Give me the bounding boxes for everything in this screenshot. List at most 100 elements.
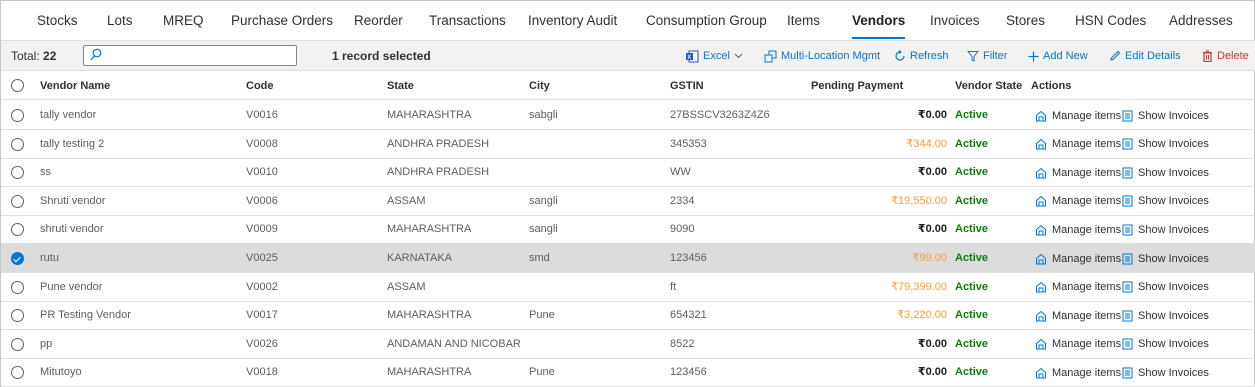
table-row[interactable]: shruti vendor V0009 MAHARASHTRA sangli 9090 ₹… (1, 215, 1255, 245)
add-new-button[interactable]: Add New (1028, 41, 1088, 71)
table-row[interactable]: Mitutoyo V0018 MAHARASHTRA Pune 123456 ₹0.00 A… (1, 358, 1255, 387)
pending-payment-cell: ₹79,399.00 (891, 280, 947, 293)
show-invoices-button[interactable]: Show Invoices (1122, 101, 1209, 130)
vendor-name-cell: Shruti vendor (40, 194, 106, 207)
manage-items-label: Manage items (1052, 309, 1122, 322)
vendor-state-badge: Active (955, 280, 989, 293)
show-invoices-button[interactable]: Show Invoices (1122, 215, 1209, 244)
show-invoices-button[interactable]: Show Invoices (1122, 273, 1209, 302)
excel-icon: X (685, 50, 699, 63)
refresh-label: Refresh (910, 50, 949, 62)
manage-items-button[interactable]: Manage items (1035, 101, 1121, 130)
table-row[interactable]: PR Testing Vendor V0017 MAHARASHTRA Pune 654… (1, 301, 1255, 331)
row-select-radio[interactable] (11, 337, 24, 351)
manage-items-icon (1035, 253, 1047, 265)
vendor-state-badge: Active (955, 137, 989, 150)
manage-items-icon (1035, 224, 1047, 236)
manage-items-button[interactable]: Manage items (1035, 301, 1121, 330)
delete-button[interactable]: Delete (1202, 41, 1249, 71)
filter-icon (967, 50, 979, 62)
refresh-icon (894, 50, 906, 62)
edit-details-button[interactable]: Edit Details (1109, 41, 1181, 71)
column-header-vendor-name[interactable]: Vendor Name (40, 72, 110, 100)
show-invoices-button[interactable]: Show Invoices (1122, 301, 1209, 330)
state-cell: ANDAMAN AND NICOBAR IS... (387, 337, 522, 350)
column-header-vendor-state[interactable]: Vendor State (955, 72, 1022, 100)
vendor-state-badge: Active (955, 366, 989, 379)
tab-transactions[interactable]: Transactions (429, 1, 506, 41)
show-invoices-button[interactable]: Show Invoices (1122, 158, 1209, 187)
column-header-pending-payment[interactable]: Pending Payment (811, 72, 903, 100)
show-invoices-button[interactable]: Show Invoices (1122, 130, 1209, 159)
manage-items-button[interactable]: Manage items (1035, 215, 1121, 244)
table-row[interactable]: Pune vendor V0002 ASSAM ft ₹79,399.00 Active M… (1, 273, 1255, 302)
table-row[interactable]: tally vendor V0016 MAHARASHTRA sabgli 27BSSC… (1, 101, 1255, 130)
gstin-cell: WW (670, 166, 691, 179)
excel-button[interactable]: X Excel (685, 41, 743, 71)
tab-inventory-audit[interactable]: Inventory Audit (528, 1, 617, 41)
city-cell: Pune (529, 309, 555, 322)
city-cell: sangli (529, 194, 558, 207)
tab-mreq[interactable]: MREQ (163, 1, 204, 41)
column-header-city[interactable]: City (529, 72, 550, 100)
tab-stocks[interactable]: Stocks (37, 1, 78, 41)
show-invoices-button[interactable]: Show Invoices (1122, 187, 1209, 216)
manage-items-label: Manage items (1052, 338, 1122, 351)
manage-items-button[interactable]: Manage items (1035, 358, 1121, 387)
row-select-radio[interactable] (11, 280, 24, 294)
column-header-state[interactable]: State (387, 72, 414, 100)
select-all-radio[interactable] (11, 79, 24, 92)
table-row[interactable]: Shruti vendor V0006 ASSAM sangli 2334 ₹19,550… (1, 187, 1255, 216)
table-row[interactable]: rutu V0025 KARNATAKA smd 123456 ₹99.00 Active M… (1, 244, 1255, 273)
manage-items-button[interactable]: Manage items (1035, 330, 1121, 359)
manage-items-button[interactable]: Manage items (1035, 130, 1121, 159)
row-select-radio[interactable] (11, 252, 24, 265)
column-header-code[interactable]: Code (246, 72, 274, 100)
table-header: Vendor Name Code State City GSTIN Pendin… (1, 72, 1255, 100)
row-select-radio[interactable] (11, 166, 24, 180)
pending-payment-cell: ₹19,550.00 (891, 194, 947, 207)
row-select-radio[interactable] (11, 194, 24, 208)
show-invoices-button[interactable]: Show Invoices (1122, 358, 1209, 387)
tab-addresses[interactable]: Addresses (1169, 1, 1233, 41)
row-select-radio[interactable] (11, 137, 24, 151)
manage-items-button[interactable]: Manage items (1035, 273, 1121, 302)
tab-reorder[interactable]: Reorder (354, 1, 403, 41)
tab-invoices[interactable]: Invoices (930, 1, 980, 41)
tab-stores[interactable]: Stores (1006, 1, 1045, 41)
table-row[interactable]: ss V0010 ANDHRA PRADESH WW ₹0.00 Active Manage… (1, 158, 1255, 188)
state-cell: KARNATAKA (387, 252, 452, 264)
tab-purchase-orders[interactable]: Purchase Orders (231, 1, 333, 41)
tab-lots[interactable]: Lots (107, 1, 133, 41)
refresh-button[interactable]: Refresh (894, 41, 949, 71)
table-row[interactable]: tally testing 2 V0008 ANDHRA PRADESH 345353… (1, 130, 1255, 159)
row-select-radio[interactable] (11, 223, 24, 237)
table-row[interactable]: pp V0026 ANDAMAN AND NICOBAR IS... 8522 ₹0.0… (1, 330, 1255, 359)
manage-items-icon (1035, 195, 1047, 207)
city-cell: Pune (529, 366, 555, 379)
pending-payment-cell: ₹0.00 (917, 223, 947, 236)
row-select-radio[interactable] (11, 366, 24, 380)
manage-items-label: Manage items (1052, 252, 1122, 265)
row-select-radio[interactable] (11, 109, 24, 122)
show-invoices-button[interactable]: Show Invoices (1122, 244, 1209, 273)
tab-hsn-codes[interactable]: HSN Codes (1075, 1, 1146, 41)
multi-location-icon (764, 50, 777, 63)
search-input[interactable] (83, 45, 297, 66)
show-invoices-label: Show Invoices (1138, 309, 1209, 322)
row-select-radio[interactable] (11, 309, 24, 323)
filter-button[interactable]: Filter (967, 41, 1007, 71)
vendor-name-cell: Pune vendor (40, 280, 103, 293)
tab-vendors[interactable]: Vendors (852, 1, 906, 41)
gstin-cell: ft (670, 280, 677, 293)
manage-items-button[interactable]: Manage items (1035, 244, 1121, 273)
manage-items-label: Manage items (1052, 223, 1122, 236)
manage-items-button[interactable]: Manage items (1035, 158, 1121, 187)
code-cell: V0008 (246, 137, 278, 150)
column-header-gstin[interactable]: GSTIN (670, 72, 704, 100)
tab-items[interactable]: Items (787, 1, 820, 41)
tab-consumption-group[interactable]: Consumption Group (646, 1, 767, 41)
show-invoices-button[interactable]: Show Invoices (1122, 330, 1209, 359)
manage-items-button[interactable]: Manage items (1035, 187, 1121, 216)
multi-location-button[interactable]: Multi-Location Mgmt (764, 41, 880, 71)
